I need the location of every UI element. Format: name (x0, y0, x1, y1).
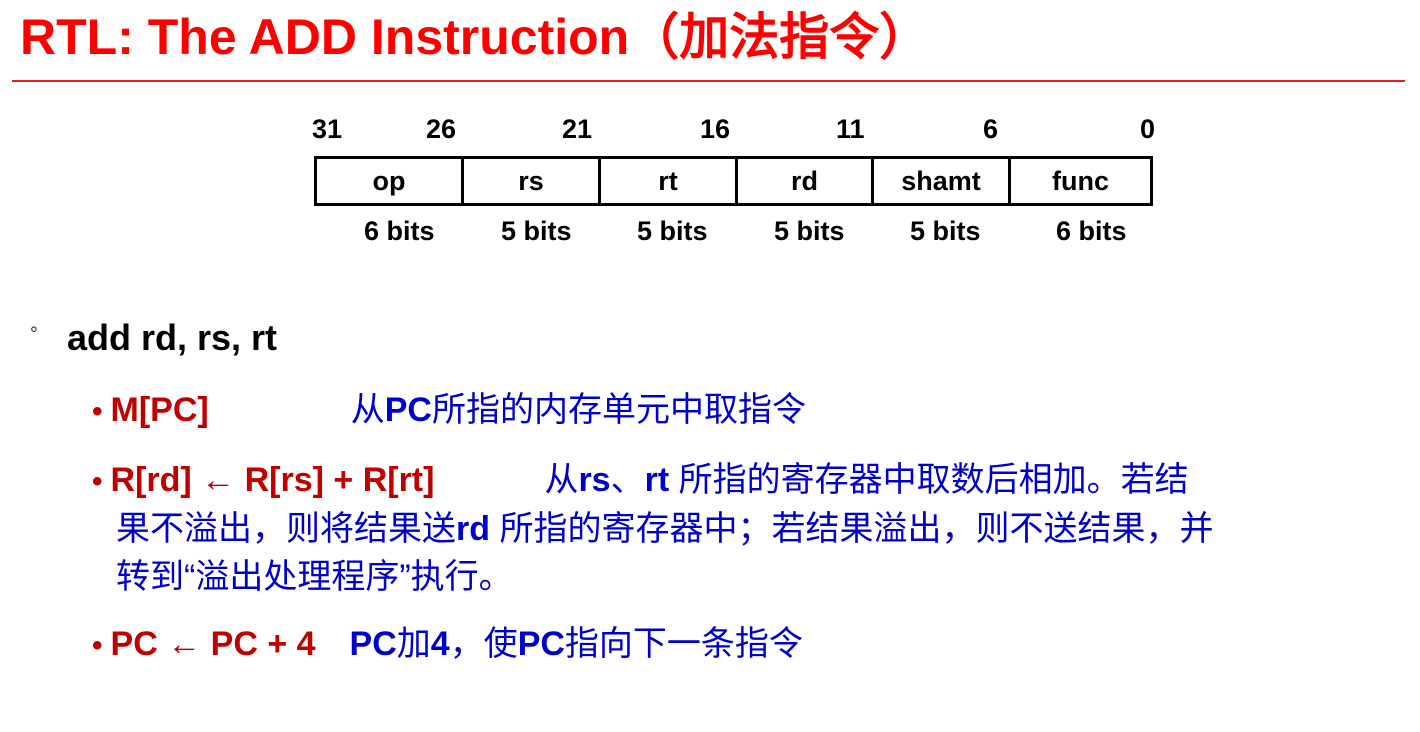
width-rs: 5 bits (501, 216, 572, 246)
width-rt: 5 bits (637, 216, 708, 246)
rtl-expression: PC ← PC + 4 (110, 625, 316, 663)
field-shamt: shamt (871, 159, 1008, 203)
bit-number-11: 11 (836, 114, 865, 144)
desc-text: 指向下一条指令 (564, 625, 803, 663)
rtl-expression: M[PC] (110, 391, 209, 429)
step-fetch: • M[PC] 从PC所指的内存单元中取指令 (92, 386, 806, 436)
hollow-bullet-icon: ◦ (30, 316, 38, 341)
desc-bold: PC (349, 625, 397, 663)
desc-text: 所指的内存单元中取指令 (431, 391, 806, 429)
bullet-dot-icon: • (92, 465, 103, 498)
desc-bold: rt (644, 461, 670, 499)
bit-number-26: 26 (426, 114, 457, 144)
desc-text: 从 (350, 391, 385, 429)
width-func: 6 bits (1056, 216, 1127, 246)
desc-text: 所指的寄存器中取数后相加。若结 (669, 461, 1189, 499)
desc-text: 从 (544, 461, 579, 499)
bullet-dot-icon: • (92, 395, 103, 428)
field-rt: rt (598, 159, 735, 203)
step-description: 从PC所指的内存单元中取指令 (351, 391, 806, 429)
bit-number-31: 31 (312, 114, 343, 144)
desc-text: 果不溢出，则将结果送 (116, 510, 456, 548)
step-pc-increment: • PC ← PC + 4 PC加4，使PC指向下一条指令 (92, 620, 803, 670)
desc-text: ，使 (449, 625, 518, 663)
step-add: • R[rd] ← R[rs] + R[rt] 从rs、rt 所指的寄存器中取数后相… (92, 456, 1189, 506)
field-widths: 6 bits 5 bits 5 bits 5 bits 5 bits 6 bit… (314, 214, 1153, 248)
bit-number-16: 16 (700, 114, 731, 144)
instruction-format: op rs rt rd shamt func (314, 156, 1153, 206)
title-divider (12, 80, 1405, 82)
bit-number-21: 21 (562, 114, 593, 144)
desc-text: 、 (610, 461, 645, 499)
field-rs: rs (461, 159, 598, 203)
desc-text: 加 (396, 625, 431, 663)
step-description: 从rs、rt 所指的寄存器中取数后相加。若结 (544, 461, 1188, 499)
width-rd: 5 bits (774, 216, 845, 246)
bit-number-0: 0 (1140, 114, 1156, 144)
desc-bold: PC (517, 625, 565, 663)
step-add-desc-line-3: 转到“溢出处理程序”执行。 (116, 558, 513, 596)
bit-number-6: 6 (983, 114, 999, 144)
desc-bold: rs (578, 461, 611, 499)
width-shamt: 5 bits (910, 216, 981, 246)
width-op: 6 bits (364, 216, 435, 246)
step-add-desc-line-2: 果不溢出，则将结果送rd 所指的寄存器中；若结果溢出，则不送结果，并 (116, 505, 1213, 553)
desc-text: 所指的寄存器中；若结果溢出，则不送结果，并 (490, 510, 1214, 548)
field-op: op (372, 165, 406, 196)
step-description: PC加4，使PC指向下一条指令 (350, 625, 803, 663)
desc-bold: 4 (430, 625, 450, 663)
instruction-syntax: add rd, rs, rt (67, 317, 278, 358)
rtl-expression: R[rd] ← R[rs] + R[rt] (110, 461, 435, 499)
desc-bold: PC (384, 391, 432, 429)
page-title: RTL: The ADD Instruction（加法指令） (20, 9, 930, 65)
desc-bold: rd (456, 510, 490, 548)
field-rd: rd (735, 159, 871, 203)
bullet-dot-icon: • (92, 629, 103, 662)
field-func: func (1008, 159, 1150, 203)
